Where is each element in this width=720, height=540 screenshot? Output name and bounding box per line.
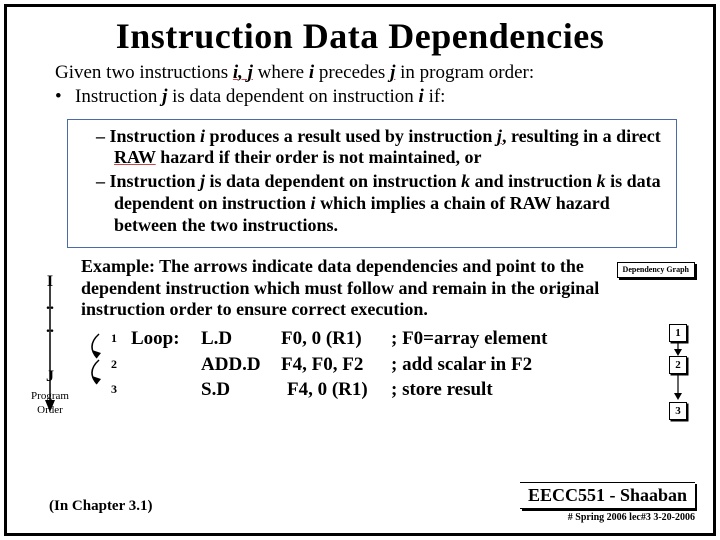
- code-row-1: 1 Loop: L.D F0, 0 (R1) ; F0=array elemen…: [111, 326, 701, 352]
- code-row-3: 3 S.D F4, 0 (R1) ; store result: [111, 377, 701, 403]
- def-item-1: – Instruction i produces a result used b…: [96, 126, 666, 170]
- intro-block: Given two instructions i, j where i prec…: [7, 61, 713, 115]
- graph-node-3: 3: [669, 402, 687, 420]
- graph-node-1: 1: [669, 324, 687, 342]
- intro-line-1: Given two instructions i, j where i prec…: [55, 61, 685, 85]
- course-badge: EECC551 - Shaaban: [520, 482, 695, 509]
- label-dots: ..: [19, 320, 81, 337]
- label-J: J: [19, 369, 81, 386]
- footer: EECC551 - Shaaban # Spring 2006 lec#3 3-…: [520, 482, 695, 523]
- graph-node-2: 2: [669, 356, 687, 374]
- intro-bullet: • Instruction j is data dependent on ins…: [55, 85, 685, 109]
- page-title: Instruction Data Dependencies: [7, 7, 713, 61]
- def-item-2: – Instruction j is data dependent on ins…: [96, 171, 666, 237]
- label-dots: ..: [19, 297, 81, 314]
- program-order-col: I .. .. J Program Order: [19, 256, 81, 416]
- slide-info: # Spring 2006 lec#3 3-20-2006: [520, 512, 695, 523]
- label-I: I: [19, 274, 81, 291]
- code-row-2: 2 ADD.D F4, F0, F2 ; add scalar in F2: [111, 352, 701, 378]
- dependency-graph-badge: Dependency Graph: [617, 262, 695, 278]
- example-text: Example: The arrows indicate data depend…: [81, 256, 701, 326]
- definition-box: – Instruction i produces a result used b…: [67, 119, 677, 249]
- code-block: 1 Loop: L.D F0, 0 (R1) ; F0=array elemen…: [81, 326, 701, 403]
- chapter-ref: (In Chapter 3.1): [49, 498, 152, 515]
